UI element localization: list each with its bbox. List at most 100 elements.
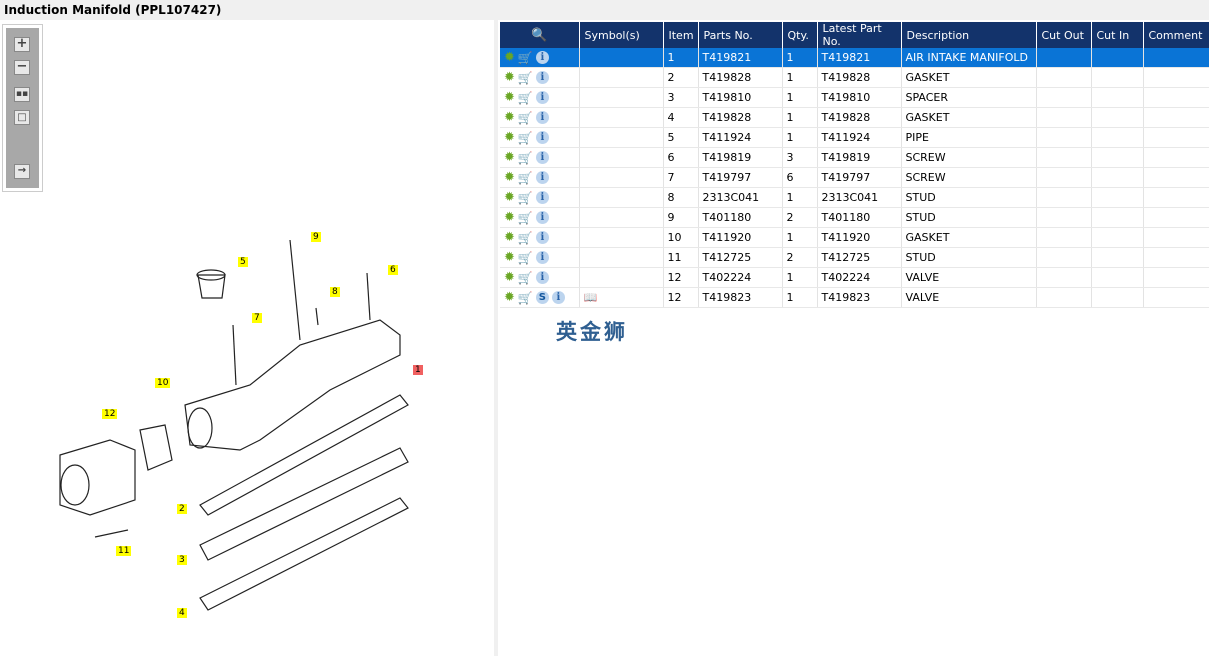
cut-out-cell	[1036, 227, 1092, 248]
info-icon[interactable]: i	[535, 211, 549, 224]
callout-5[interactable]: 5	[238, 257, 248, 267]
cart-icon[interactable]: 🛒	[518, 131, 533, 145]
gear-icon[interactable]: ✹	[504, 90, 515, 105]
table-row[interactable]: ✹ 🛒 i 2 T419828 1 T419828 GASKET	[500, 67, 1209, 88]
cart-icon[interactable]: 🛒	[518, 71, 533, 85]
gear-icon[interactable]: ✹	[504, 290, 515, 305]
part-number-cell: T411920	[698, 227, 783, 248]
spacer-3	[199, 447, 409, 561]
cart-icon[interactable]: 🛒	[518, 191, 533, 205]
qty-cell: 1	[782, 127, 818, 148]
zoom-out-button[interactable]: −	[14, 60, 30, 75]
table-row[interactable]: ✹ 🛒 i 5 T411924 1 T411924 PIPE	[500, 127, 1209, 148]
gear-icon[interactable]: ✹	[504, 230, 515, 245]
callout-8[interactable]: 8	[330, 287, 340, 297]
column-header[interactable]: Latest Part No.	[817, 22, 902, 48]
info-icon[interactable]: i	[535, 151, 549, 164]
info-icon[interactable]: i	[535, 111, 549, 124]
item-cell: 9	[663, 207, 699, 228]
s-badge-icon[interactable]: S	[535, 291, 549, 304]
table-row[interactable]: ✹ 🛒 i 6 T419819 3 T419819 SCREW	[500, 147, 1209, 168]
grid-icon: ▪▪	[15, 89, 29, 99]
export-button[interactable]: →	[14, 164, 30, 179]
info-icon[interactable]: i	[535, 91, 549, 104]
callout-4[interactable]: 4	[177, 608, 187, 618]
cut-out-cell	[1036, 107, 1092, 128]
cart-icon[interactable]: 🛒	[518, 271, 533, 285]
latest-part-cell: T419828	[817, 107, 902, 128]
part-number-cell: T411924	[698, 127, 783, 148]
column-header[interactable]: Symbol(s)	[579, 22, 664, 48]
search-icon[interactable]: 🔍	[531, 28, 547, 43]
table-row[interactable]: ✹ 🛒 Si 📖 12 T419823 1 T419823 VALVE	[500, 287, 1209, 308]
info-icon[interactable]: i	[535, 171, 549, 184]
cart-icon[interactable]: 🛒	[518, 291, 533, 305]
callout-3[interactable]: 3	[177, 555, 187, 565]
table-row[interactable]: ✹ 🛒 i 10 T411920 1 T411920 GASKET	[500, 227, 1209, 248]
column-header[interactable]: Parts No.	[698, 22, 783, 48]
table-row[interactable]: ✹ 🛒 i 7 T419797 6 T419797 SCREW	[500, 167, 1209, 188]
cart-icon[interactable]: 🛒	[518, 171, 533, 185]
info-icon[interactable]: i	[535, 131, 549, 144]
cart-icon[interactable]: 🛒	[518, 111, 533, 125]
splitter[interactable]	[494, 20, 498, 656]
row-actions: ✹ 🛒 i	[500, 107, 580, 128]
column-header[interactable]: Qty.	[782, 22, 818, 48]
gear-icon[interactable]: ✹	[504, 210, 515, 225]
callout-2[interactable]: 2	[177, 504, 187, 514]
cart-icon[interactable]: 🛒	[518, 251, 533, 265]
info-icon[interactable]: i	[535, 71, 549, 84]
zoom-in-button[interactable]: +	[14, 37, 30, 52]
cart-icon[interactable]: 🛒	[518, 231, 533, 245]
callout-12[interactable]: 12	[102, 409, 118, 419]
info-icon[interactable]: i	[551, 291, 565, 304]
cart-icon[interactable]: 🛒	[518, 91, 533, 105]
table-row[interactable]: ✹ 🛒 i 8 2313C041 1 2313C041 STUD	[500, 187, 1209, 208]
part-number-cell: T401180	[698, 207, 783, 228]
column-header[interactable]: Description	[901, 22, 1037, 48]
info-icon[interactable]: i	[535, 271, 549, 284]
callout-10[interactable]: 10	[155, 378, 171, 388]
info-icon[interactable]: i	[535, 251, 549, 264]
callout-1[interactable]: 1	[413, 365, 423, 375]
gear-icon[interactable]: ✹	[504, 50, 515, 65]
table-row[interactable]: ✹ 🛒 i 11 T412725 2 T412725 STUD	[500, 247, 1209, 268]
gear-icon[interactable]: ✹	[504, 190, 515, 205]
callout-11[interactable]: 11	[116, 546, 132, 556]
gear-icon[interactable]: ✹	[504, 250, 515, 265]
qty-cell: 2	[782, 207, 818, 228]
table-row[interactable]: ✹ 🛒 i 1 T419821 1 T419821 AIR INTAKE MANIFOLD	[500, 48, 1209, 68]
gear-icon[interactable]: ✹	[504, 150, 515, 165]
symbols-cell	[579, 48, 664, 68]
diagram-panel[interactable]: 5 9 6 8 7 1 10 12 2 11 3 4	[0, 20, 495, 656]
gear-icon[interactable]: ✹	[504, 110, 515, 125]
gear-icon[interactable]: ✹	[504, 170, 515, 185]
column-header-search[interactable]: 🔍	[500, 22, 580, 48]
info-icon[interactable]: i	[535, 191, 549, 204]
column-header[interactable]: Item	[663, 22, 699, 48]
gear-icon[interactable]: ✹	[504, 70, 515, 85]
table-row[interactable]: ✹ 🛒 i 3 T419810 1 T419810 SPACER	[500, 87, 1209, 108]
gear-icon[interactable]: ✹	[504, 130, 515, 145]
cart-icon[interactable]: 🛒	[518, 211, 533, 225]
actual-size-button[interactable]: □	[14, 110, 30, 125]
column-header[interactable]: Cut In	[1091, 22, 1144, 48]
fit-all-button[interactable]: ▪▪	[14, 87, 30, 102]
callout-7[interactable]: 7	[252, 313, 262, 323]
qty-cell: 2	[782, 247, 818, 268]
callout-9[interactable]: 9	[311, 232, 321, 242]
gear-icon[interactable]: ✹	[504, 270, 515, 285]
book-search-icon[interactable]: 📖	[584, 291, 598, 304]
info-icon[interactable]: i	[535, 231, 549, 244]
info-icon[interactable]: i	[535, 51, 549, 64]
cut-in-cell	[1091, 127, 1144, 148]
column-header[interactable]: Comment	[1143, 22, 1209, 48]
cart-icon[interactable]: 🛒	[518, 51, 533, 65]
table-row[interactable]: ✹ 🛒 i 12 T402224 1 T402224 VALVE	[500, 267, 1209, 288]
cart-icon[interactable]: 🛒	[518, 151, 533, 165]
table-row[interactable]: ✹ 🛒 i 4 T419828 1 T419828 GASKET	[500, 107, 1209, 128]
column-header[interactable]: Cut Out	[1036, 22, 1092, 48]
table-row[interactable]: ✹ 🛒 i 9 T401180 2 T401180 STUD	[500, 207, 1209, 228]
cut-out-cell	[1036, 187, 1092, 208]
callout-6[interactable]: 6	[388, 265, 398, 275]
